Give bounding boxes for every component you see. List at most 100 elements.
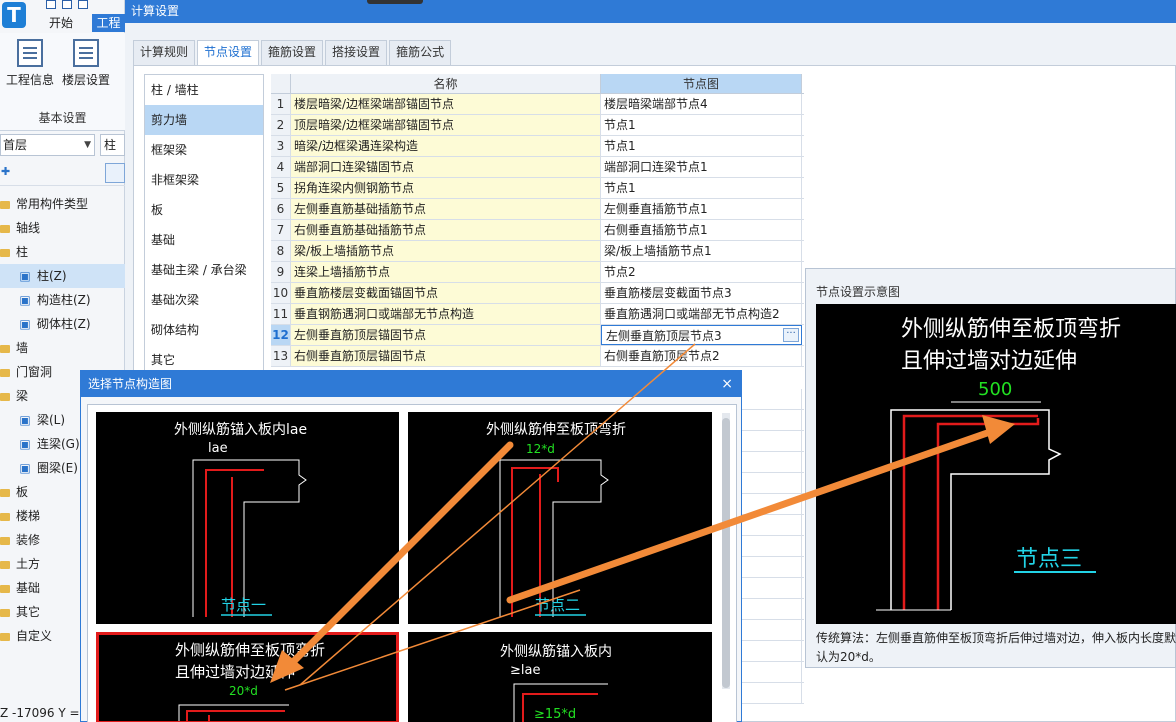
option-3-outline bbox=[178, 704, 289, 721]
tree-item[interactable]: ▣ 构造柱(Z) bbox=[0, 288, 125, 312]
project-info-icon bbox=[17, 39, 43, 67]
folder-icon bbox=[0, 200, 10, 209]
option-4-caption: 外侧纵筋锚入板内 bbox=[500, 643, 612, 660]
category-item[interactable]: 柱 / 墙柱 bbox=[145, 75, 263, 105]
category-item[interactable]: 非框架梁 bbox=[145, 165, 263, 195]
row-number: 12 bbox=[271, 325, 291, 345]
grid-header-num bbox=[271, 74, 291, 93]
row-node-text: 垂直筋遇洞口或端部无节点构造2 bbox=[604, 307, 780, 321]
table-row[interactable]: 13 右侧垂直筋顶层锚固节点 右侧垂直筋顶层节点2 bbox=[271, 346, 804, 367]
row-node-value[interactable]: 端部洞口连梁节点1 bbox=[601, 157, 802, 177]
node-option-1[interactable]: 外侧纵筋锚入板内lae lae 节点一 bbox=[96, 412, 399, 624]
row-node-value[interactable]: 节点1 bbox=[601, 136, 802, 156]
table-row[interactable]: 9 连梁上墙插筋节点 节点2 bbox=[271, 262, 804, 283]
row-node-value[interactable]: 左侧垂直筋顶层节点3 ··· bbox=[601, 325, 802, 345]
grid-header-name[interactable]: 名称 bbox=[291, 74, 601, 93]
category-item[interactable]: 基础 bbox=[145, 225, 263, 255]
row-node-value[interactable]: 节点1 bbox=[601, 178, 802, 198]
row-node-value[interactable]: 楼层暗梁端部节点4 bbox=[601, 94, 802, 114]
settings-tabs: 计算规则 节点设置 箍筋设置 搭接设置 箍筋公式 bbox=[133, 40, 453, 66]
row-name: 连梁上墙插筋节点 bbox=[291, 262, 601, 282]
category-item[interactable]: 砌体结构 bbox=[145, 315, 263, 345]
preview-drawing: 外侧纵筋伸至板顶弯折 且伸过墙对边延伸 500 节点三 bbox=[816, 304, 1176, 624]
tree-item[interactable]: 常用构件类型 bbox=[0, 192, 125, 216]
preview-description: 传统算法：左侧垂直筋伸至板顶弯折后伸过墙对边，伸入板内长度默认为20*d。 bbox=[816, 631, 1176, 664]
table-row[interactable]: 4 端部洞口连梁锚固节点 端部洞口连梁节点1 bbox=[271, 157, 804, 178]
option-2-label: 节点二 bbox=[535, 596, 580, 614]
category-item[interactable]: 剪力墙 bbox=[145, 105, 263, 135]
tree-item[interactable]: 轴线 bbox=[0, 216, 125, 240]
table-row[interactable]: 8 梁/板上墙插筋节点 梁/板上墙插筋节点1 bbox=[271, 241, 804, 262]
ribbon-tab-project[interactable]: 工程 bbox=[92, 14, 125, 32]
row-node-value[interactable]: 垂直筋遇洞口或端部无节点构造2 bbox=[601, 304, 802, 324]
node-option-4-svg: 外侧纵筋锚入板内 ≥lae ≥15*d bbox=[500, 643, 612, 722]
row-number: 8 bbox=[271, 241, 291, 261]
floor-settings-button[interactable]: 楼层设置 bbox=[58, 39, 114, 88]
add-icon[interactable]: ✚ bbox=[1, 165, 10, 178]
table-row[interactable]: 12 左侧垂直筋顶层锚固节点 左侧垂直筋顶层节点3 ··· bbox=[271, 325, 804, 346]
tree-item[interactable]: ▣ 柱(Z) bbox=[0, 264, 125, 288]
table-row[interactable]: 2 顶层暗梁/边框梁端部锚固节点 节点1 bbox=[271, 115, 804, 136]
option-1-caption: 外侧纵筋锚入板内lae bbox=[174, 421, 307, 438]
save-icon[interactable] bbox=[46, 0, 56, 9]
preview-svg: 外侧纵筋伸至板顶弯折 且伸过墙对边延伸 500 节点三 bbox=[876, 317, 1121, 611]
table-row[interactable]: 7 右侧垂直筋基础插筋节点 右侧垂直插筋节点1 bbox=[271, 220, 804, 241]
scrollbar-thumb[interactable] bbox=[722, 418, 730, 688]
category-item[interactable]: 框架梁 bbox=[145, 135, 263, 165]
category-item[interactable]: 板 bbox=[145, 195, 263, 225]
row-node-value[interactable]: 节点1 bbox=[601, 115, 802, 135]
options-scrollbar[interactable] bbox=[722, 413, 730, 689]
component-kind-select[interactable]: 柱 bbox=[100, 134, 125, 156]
row-node-value[interactable]: 垂直筋楼层变截面节点3 bbox=[601, 283, 802, 303]
table-row[interactable]: 5 拐角连梁内侧钢筋节点 节点1 bbox=[271, 178, 804, 199]
table-row[interactable]: 1 楼层暗梁/边框梁端部锚固节点 楼层暗梁端部节点4 bbox=[271, 94, 804, 115]
row-node-value[interactable]: 节点2 bbox=[601, 262, 802, 282]
print-icon[interactable] bbox=[62, 0, 72, 9]
table-row[interactable]: 6 左侧垂直筋基础插筋节点 左侧垂直插筋节点1 bbox=[271, 199, 804, 220]
tree-item-label: 门窗洞 bbox=[16, 365, 53, 379]
category-item[interactable]: 基础主梁 / 承台梁 bbox=[145, 255, 263, 285]
tree-item-label: 常用构件类型 bbox=[16, 197, 89, 211]
ribbon-group-label: 基本设置 bbox=[38, 111, 87, 125]
ribbon-tab-start[interactable]: 开始 bbox=[32, 14, 90, 32]
row-node-value[interactable]: 左侧垂直插筋节点1 bbox=[601, 199, 802, 219]
table-row[interactable]: 11 垂直钢筋遇洞口或端部无节点构造 垂直筋遇洞口或端部无节点构造2 bbox=[271, 304, 804, 325]
tab-2[interactable]: 箍筋设置 bbox=[261, 40, 324, 65]
select-node-dialog: 选择节点构造图 × 外侧纵筋锚入板内lae lae 节点一 外侧纵筋伸至板顶弯折 bbox=[80, 370, 742, 722]
close-icon[interactable]: × bbox=[721, 371, 733, 397]
tree-item[interactable]: 墙 bbox=[0, 336, 125, 360]
project-info-button[interactable]: 工程信息 bbox=[2, 39, 58, 88]
tree-item-label: 基础 bbox=[16, 581, 41, 595]
more-options-button[interactable]: ··· bbox=[783, 328, 799, 342]
tab-0[interactable]: 计算规则 bbox=[133, 40, 196, 65]
folder-icon bbox=[0, 248, 10, 257]
node-option-2[interactable]: 外侧纵筋伸至板顶弯折 12*d 节点二 bbox=[408, 412, 712, 624]
folder-icon bbox=[0, 368, 10, 377]
row-node-value[interactable]: 右侧垂直插筋节点1 bbox=[601, 220, 802, 240]
tab-3[interactable]: 搭接设置 bbox=[325, 40, 388, 65]
row-name: 垂直筋楼层变截面锚固节点 bbox=[291, 283, 601, 303]
category-item[interactable]: 基础次梁 bbox=[145, 285, 263, 315]
app-logo[interactable]: T bbox=[2, 2, 26, 28]
table-row[interactable]: 10 垂直筋楼层变截面锚固节点 垂直筋楼层变截面节点3 bbox=[271, 283, 804, 304]
row-node-text: 右侧垂直插筋节点1 bbox=[604, 223, 708, 237]
grid-header-node[interactable]: 节点图 bbox=[601, 74, 802, 93]
table-row[interactable]: 3 暗梁/边框梁遇连梁构造 节点1 bbox=[271, 136, 804, 157]
tab-4[interactable]: 箍筋公式 bbox=[389, 40, 452, 65]
option-3-caption-2: 且伸过墙对边延伸 bbox=[175, 663, 295, 681]
tree-item[interactable]: ▣ 砌体柱(Z) bbox=[0, 312, 125, 336]
list-view-icon[interactable] bbox=[105, 163, 125, 183]
row-number: 1 bbox=[271, 94, 291, 114]
tab-1[interactable]: 节点设置 bbox=[197, 40, 260, 66]
row-number: 2 bbox=[271, 115, 291, 135]
row-node-text: 右侧垂直筋顶层节点2 bbox=[604, 349, 720, 363]
floor-select[interactable]: 首层 ▼ bbox=[0, 134, 95, 156]
row-node-value[interactable]: 梁/板上墙插筋节点1 bbox=[601, 241, 802, 261]
tree-item[interactable]: 柱 bbox=[0, 240, 125, 264]
edit-icon[interactable] bbox=[78, 0, 88, 9]
node-option-4[interactable]: 外侧纵筋锚入板内 ≥lae ≥15*d bbox=[408, 632, 712, 722]
node-option-3[interactable]: 外侧纵筋伸至板顶弯折 且伸过墙对边延伸 20*d bbox=[96, 632, 399, 722]
row-node-value[interactable]: 右侧垂直筋顶层节点2 bbox=[601, 346, 802, 366]
row-name: 右侧垂直筋顶层锚固节点 bbox=[291, 346, 601, 366]
row-number: 9 bbox=[271, 262, 291, 282]
